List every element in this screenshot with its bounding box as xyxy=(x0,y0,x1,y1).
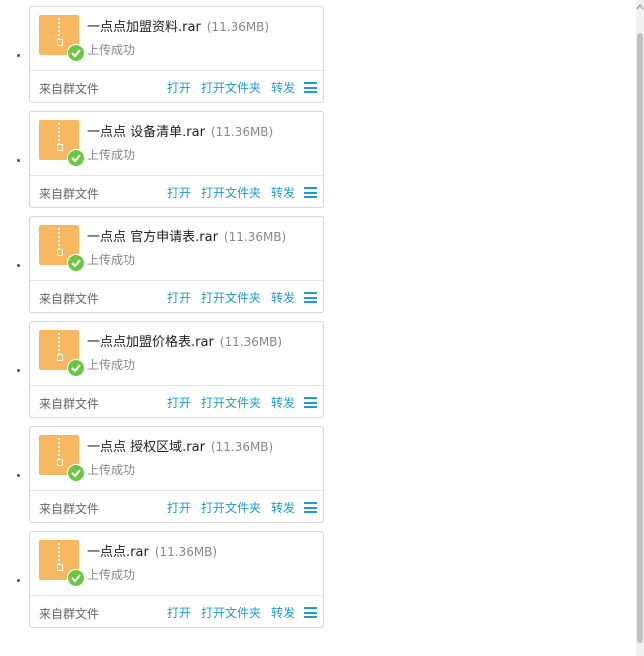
check-circle-icon xyxy=(67,569,85,587)
action-bar: 打开 打开文件夹 转发 xyxy=(157,289,317,306)
file-card[interactable]: 一点点加盟资料.rar (11.36MB) 上传成功 来自群文件 打开 打开文件夹… xyxy=(29,6,324,103)
source-label: 来自群文件 xyxy=(39,292,100,306)
open-folder-link[interactable]: 打开文件夹 xyxy=(201,79,261,96)
upload-status: 上传成功 xyxy=(87,253,136,267)
file-name-text: 一点点加盟资料.rar xyxy=(87,20,201,35)
scrollbar-thumb[interactable] xyxy=(637,33,643,643)
list-item: 一点点 官方申请表.rar (11.36MB) 上传成功 来自群文件 打开 打开文… xyxy=(0,216,632,321)
file-card[interactable]: 一点点.rar (11.36MB) 上传成功 来自群文件 打开 打开文件夹 转发 xyxy=(29,531,324,628)
check-circle-icon xyxy=(67,44,85,62)
open-folder-link[interactable]: 打开文件夹 xyxy=(201,184,261,201)
file-name: 一点点加盟价格表.rar (11.36MB) xyxy=(87,331,282,350)
divider xyxy=(30,595,323,596)
divider xyxy=(30,385,323,386)
check-circle-icon xyxy=(67,359,85,377)
divider xyxy=(30,175,323,176)
open-folder-link[interactable]: 打开文件夹 xyxy=(201,394,261,411)
forward-link[interactable]: 转发 xyxy=(271,184,295,201)
file-size: (11.36MB) xyxy=(206,20,270,34)
file-name: 一点点加盟资料.rar (11.36MB) xyxy=(87,16,269,35)
hamburger-menu-icon[interactable] xyxy=(304,82,317,93)
file-size: (11.36MB) xyxy=(210,440,274,454)
list-bullet xyxy=(17,159,20,162)
list-item: 一点点.rar (11.36MB) 上传成功 来自群文件 打开 打开文件夹 转发 xyxy=(0,531,632,636)
forward-link[interactable]: 转发 xyxy=(271,604,295,621)
list-bullet xyxy=(17,54,20,57)
open-link[interactable]: 打开 xyxy=(167,79,191,96)
forward-link[interactable]: 转发 xyxy=(271,289,295,306)
upload-status: 上传成功 xyxy=(87,148,136,162)
list-bullet xyxy=(17,264,20,267)
list-bullet xyxy=(17,579,20,582)
list-item: 一点点加盟价格表.rar (11.36MB) 上传成功 来自群文件 打开 打开文件… xyxy=(0,321,632,426)
source-label: 来自群文件 xyxy=(39,82,100,96)
scroll-up-arrow-icon[interactable] xyxy=(636,0,644,14)
file-card[interactable]: 一点点 官方申请表.rar (11.36MB) 上传成功 来自群文件 打开 打开文… xyxy=(29,216,324,313)
file-size: (11.36MB) xyxy=(223,230,287,244)
open-link[interactable]: 打开 xyxy=(167,604,191,621)
file-name-text: 一点点 设备清单.rar xyxy=(87,125,205,140)
hamburger-menu-icon[interactable] xyxy=(304,397,317,408)
file-card[interactable]: 一点点 设备清单.rar (11.36MB) 上传成功 来自群文件 打开 打开文件… xyxy=(29,111,324,208)
file-name: 一点点 官方申请表.rar (11.36MB) xyxy=(87,226,286,245)
list-bullet xyxy=(17,369,20,372)
action-bar: 打开 打开文件夹 转发 xyxy=(157,604,317,621)
check-circle-icon xyxy=(67,149,85,167)
forward-link[interactable]: 转发 xyxy=(271,499,295,516)
divider xyxy=(30,490,323,491)
upload-status: 上传成功 xyxy=(87,568,136,582)
source-label: 来自群文件 xyxy=(39,502,100,516)
action-bar: 打开 打开文件夹 转发 xyxy=(157,184,317,201)
list-bullet xyxy=(17,474,20,477)
forward-link[interactable]: 转发 xyxy=(271,79,295,96)
source-label: 来自群文件 xyxy=(39,607,100,621)
file-size: (11.36MB) xyxy=(154,545,218,559)
list-item: 一点点 授权区域.rar (11.36MB) 上传成功 来自群文件 打开 打开文件… xyxy=(0,426,632,531)
open-link[interactable]: 打开 xyxy=(167,394,191,411)
list-item: 一点点 设备清单.rar (11.36MB) 上传成功 来自群文件 打开 打开文件… xyxy=(0,111,632,216)
check-circle-icon xyxy=(67,464,85,482)
file-size: (11.36MB) xyxy=(210,125,274,139)
hamburger-menu-icon[interactable] xyxy=(304,187,317,198)
hamburger-menu-icon[interactable] xyxy=(304,292,317,303)
upload-status: 上传成功 xyxy=(87,463,136,477)
divider xyxy=(30,280,323,281)
upload-status: 上传成功 xyxy=(87,358,136,372)
file-card[interactable]: 一点点 授权区域.rar (11.36MB) 上传成功 来自群文件 打开 打开文件… xyxy=(29,426,324,523)
open-link[interactable]: 打开 xyxy=(167,289,191,306)
action-bar: 打开 打开文件夹 转发 xyxy=(157,79,317,96)
list-item: 一点点加盟资料.rar (11.36MB) 上传成功 来自群文件 打开 打开文件夹… xyxy=(0,6,632,111)
file-name: 一点点 授权区域.rar (11.36MB) xyxy=(87,436,273,455)
hamburger-menu-icon[interactable] xyxy=(304,502,317,513)
file-name-text: 一点点加盟价格表.rar xyxy=(87,335,214,350)
hamburger-menu-icon[interactable] xyxy=(304,607,317,618)
source-label: 来自群文件 xyxy=(39,187,100,201)
divider xyxy=(30,70,323,71)
file-card[interactable]: 一点点加盟价格表.rar (11.36MB) 上传成功 来自群文件 打开 打开文件… xyxy=(29,321,324,418)
action-bar: 打开 打开文件夹 转发 xyxy=(157,499,317,516)
check-circle-icon xyxy=(67,254,85,272)
action-bar: 打开 打开文件夹 转发 xyxy=(157,394,317,411)
upload-status: 上传成功 xyxy=(87,43,136,57)
open-link[interactable]: 打开 xyxy=(167,184,191,201)
file-name: 一点点 设备清单.rar (11.36MB) xyxy=(87,121,273,140)
source-label: 来自群文件 xyxy=(39,397,100,411)
file-size: (11.36MB) xyxy=(219,335,283,349)
open-link[interactable]: 打开 xyxy=(167,499,191,516)
file-name-text: 一点点 授权区域.rar xyxy=(87,440,205,455)
open-folder-link[interactable]: 打开文件夹 xyxy=(201,604,261,621)
open-folder-link[interactable]: 打开文件夹 xyxy=(201,499,261,516)
file-name-text: 一点点.rar xyxy=(87,545,149,560)
open-folder-link[interactable]: 打开文件夹 xyxy=(201,289,261,306)
vertical-scrollbar[interactable] xyxy=(636,0,644,656)
file-name-text: 一点点 官方申请表.rar xyxy=(87,230,218,245)
file-name: 一点点.rar (11.36MB) xyxy=(87,541,217,560)
forward-link[interactable]: 转发 xyxy=(271,394,295,411)
